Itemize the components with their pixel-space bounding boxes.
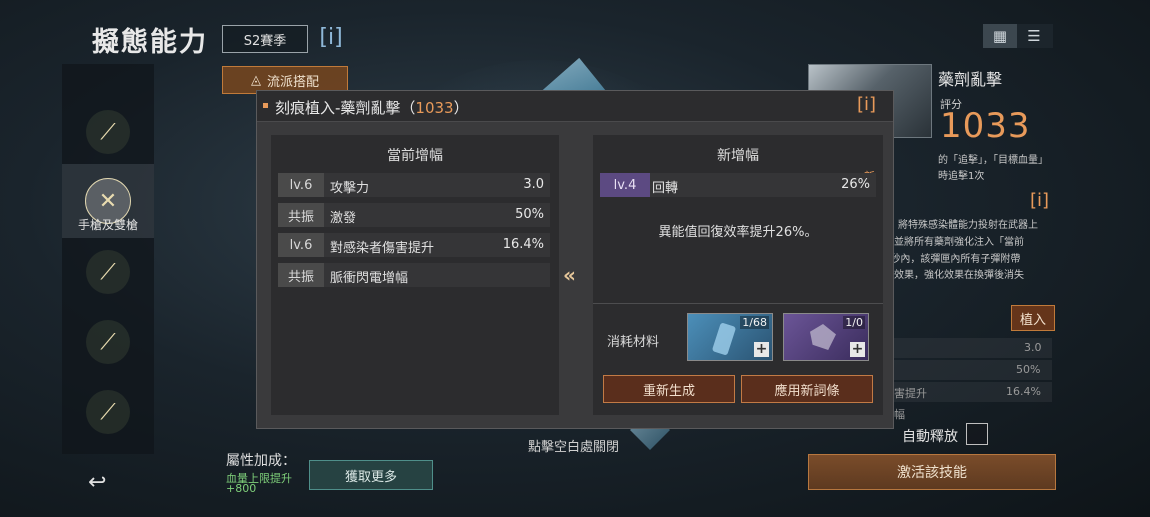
new-stat-row: lv.4 回轉 26%	[600, 173, 876, 197]
stat-name: 脈衝閃電增幅	[330, 271, 409, 286]
back-icon[interactable]: ↩	[88, 470, 106, 495]
page-title: 擬態能力	[92, 27, 208, 58]
stat-value: 26%	[841, 177, 870, 192]
loadout-label: 流派搭配	[266, 74, 319, 90]
stat-name: 回轉	[652, 181, 679, 196]
get-more-button[interactable]: 獲取更多	[309, 460, 433, 490]
dialog-title-score: 1033	[415, 99, 454, 117]
attribute-bonus-title: 屬性加成：	[226, 453, 296, 469]
stat-tag: lv.6	[278, 233, 324, 257]
assault-rifle-icon: ⟋	[86, 250, 130, 294]
sidebar-item-smg[interactable]: ⟋	[62, 310, 154, 374]
activate-skill-button[interactable]: 激活該技能	[808, 454, 1056, 490]
skill-desc-line: 化效果，強化效果在換彈後消失	[884, 270, 1024, 281]
info-button[interactable]: [i]	[316, 24, 346, 50]
dismiss-hint[interactable]: 點擊空白處關閉	[528, 436, 619, 455]
attribute-bonus-value: +800	[226, 482, 257, 495]
auto-release-checkbox[interactable]	[966, 423, 988, 445]
stat-value: 3.0	[523, 177, 544, 192]
stat-row: lv.6 攻擊力 3.0	[278, 173, 550, 197]
sidebar-item-rifle[interactable]: ⟋	[62, 240, 154, 304]
stat-value: 50%	[515, 207, 544, 222]
grid-view-icon[interactable]: ▦	[983, 24, 1017, 48]
shotgun-icon: ⟋	[86, 390, 130, 434]
stat-name: 激發	[330, 211, 357, 226]
skill-desc-line: 0秒內，該彈匣內所有子彈附帶	[884, 254, 1021, 265]
loadout-icon: ◬	[250, 72, 261, 88]
current-boost-panel: 當前增幅 lv.6 攻擊力 3.0 共振 激發 50% lv.6 對感染者傷害提…	[271, 135, 559, 415]
materials-label: 消耗材料	[607, 335, 660, 350]
title-bullet	[263, 103, 268, 108]
smg-icon: ⟋	[86, 320, 130, 364]
stat-value: 16.4%	[502, 237, 544, 252]
skill-name: 藥劑亂擊	[938, 70, 1003, 89]
current-boost-heading: 當前增幅	[387, 148, 443, 164]
add-material-icon[interactable]: +	[850, 342, 865, 357]
dialog-title: 刻痕植入-藥劑亂擊（1033）	[275, 99, 469, 117]
stat-row: 共振 脈衝閃電增幅	[278, 263, 550, 287]
stat-tag: 共振	[278, 203, 324, 227]
right-stat-value: 50%	[1016, 363, 1041, 376]
stat-tag: lv.4	[600, 173, 650, 197]
divider	[593, 303, 883, 304]
material-count: 1/0	[843, 316, 865, 329]
right-stat-value: 16.4%	[1006, 385, 1041, 398]
material-slot-2[interactable]: 1/0 +	[783, 313, 869, 361]
sidebar-item-shotgun[interactable]: ⟋	[62, 380, 154, 444]
right-stat-fragment: 幅	[894, 408, 905, 421]
material-slot-1[interactable]: 1/68 +	[687, 313, 773, 361]
weapon-sidebar: ⟋ ✕ 手槍及雙槍 ⟋ ⟋ ⟋	[62, 64, 154, 454]
info-icon: [i]	[319, 24, 343, 50]
skill-info-icon[interactable]: [i]	[1030, 190, 1049, 211]
right-stat-fragment: 害提升	[894, 387, 927, 400]
dialog-header: 刻痕植入-藥劑亂擊（1033） [i]	[257, 91, 893, 122]
skill-desc-line: 的「追擊」，「目標血量」	[938, 155, 1048, 166]
engrave-implant-dialog: 刻痕植入-藥劑亂擊（1033） [i] 當前增幅 lv.6 攻擊力 3.0 共振…	[256, 90, 894, 429]
right-stat-value: 3.0	[1024, 341, 1042, 354]
stat-name: 攻擊力	[330, 181, 370, 196]
regenerate-button[interactable]: 重新生成	[603, 375, 735, 403]
material-count: 1/68	[740, 316, 769, 329]
sidebar-item-sniper[interactable]: ⟋	[62, 100, 154, 164]
sniper-rifle-icon: ⟋	[86, 110, 130, 154]
skill-desc-line: 時追擊1次	[938, 171, 985, 182]
auto-release-label: 自動釋放	[902, 429, 958, 445]
sidebar-active-label: 手槍及雙槍	[77, 218, 138, 232]
stat-tag: 共振	[278, 263, 324, 287]
stat-row: 共振 激發 50%	[278, 203, 550, 227]
stat-row: lv.6 對感染者傷害提升 16.4%	[278, 233, 550, 257]
skill-desc-line: 將特殊感染體能力投射在武器上	[898, 220, 1038, 231]
dialog-info-icon[interactable]: [i]	[857, 94, 876, 115]
new-boost-heading: 新增幅	[717, 148, 759, 164]
stat-tag: lv.6	[278, 173, 324, 197]
view-toggle: ▦ ☰	[983, 24, 1053, 48]
new-stat-description: 異能值回復效率提升26%。	[658, 225, 818, 240]
apply-new-stat-button[interactable]: 應用新詞條	[741, 375, 873, 403]
add-material-icon[interactable]: +	[754, 342, 769, 357]
replace-arrow-icon: «	[563, 263, 576, 287]
score-value: 1033	[940, 106, 1031, 146]
material-vial-icon	[711, 322, 737, 356]
implant-button[interactable]: 植入	[1011, 305, 1055, 331]
stat-name: 對感染者傷害提升	[330, 241, 435, 256]
new-boost-panel: 新增幅 新 lv.4 回轉 26% 異能值回復效率提升26%。 消耗材料 1/6…	[593, 135, 883, 415]
season-badge[interactable]: S2賽季	[222, 25, 308, 53]
skill-desc-line: 彈並將所有藥劑強化注入「當前	[884, 237, 1024, 248]
material-shard-icon	[810, 324, 836, 350]
list-view-icon[interactable]: ☰	[1017, 24, 1051, 48]
